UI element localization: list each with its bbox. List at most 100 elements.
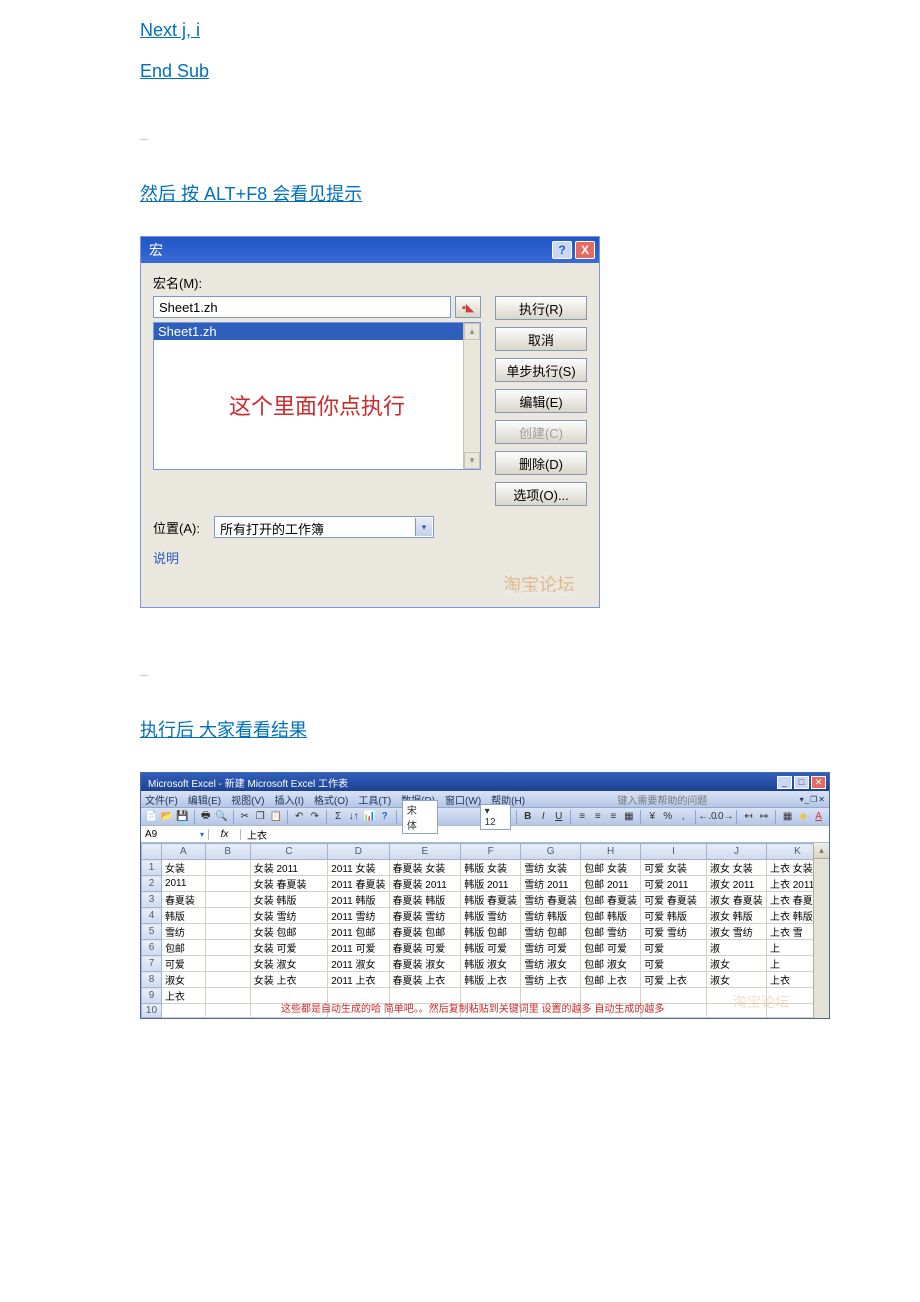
row-header[interactable]: 7 xyxy=(142,956,162,972)
cell[interactable]: 淑女 女装 xyxy=(706,860,766,876)
fill-color-icon[interactable]: ◆ xyxy=(797,810,810,824)
cell[interactable] xyxy=(161,1004,205,1018)
cell[interactable]: 可爱 雪纺 xyxy=(641,924,707,940)
fx-icon[interactable]: fx xyxy=(209,829,241,840)
inc-decimal-icon[interactable]: ←.0 xyxy=(700,810,714,824)
column-header[interactable]: E xyxy=(389,844,461,860)
save-icon[interactable]: 💾 xyxy=(176,810,189,824)
align-right-icon[interactable]: ≡ xyxy=(607,810,620,824)
undo-icon[interactable]: ↶ xyxy=(293,810,306,824)
cell[interactable]: 可爱 xyxy=(161,956,205,972)
cell[interactable]: 女装 韩版 xyxy=(250,892,328,908)
column-header[interactable]: J xyxy=(706,844,766,860)
column-header[interactable]: D xyxy=(328,844,389,860)
row-header[interactable]: 9 xyxy=(142,988,162,1004)
cell[interactable] xyxy=(205,860,250,876)
scroll-up-icon[interactable]: ▴ xyxy=(464,323,480,340)
collapse-dialog-icon[interactable]: ▪◣ xyxy=(455,296,481,318)
maximize-icon[interactable]: □ xyxy=(794,776,809,789)
cell[interactable] xyxy=(205,988,250,1004)
cell[interactable]: 女装 春夏装 xyxy=(250,876,328,892)
cell[interactable]: 春夏装 可爱 xyxy=(389,940,461,956)
cell[interactable]: 雪纺 淑女 xyxy=(521,956,581,972)
chevron-down-icon[interactable]: ▾ xyxy=(415,518,432,536)
column-header[interactable]: B xyxy=(205,844,250,860)
row-header[interactable]: 3 xyxy=(142,892,162,908)
cell[interactable]: 2011 可爱 xyxy=(328,940,389,956)
cell[interactable]: 春夏装 韩版 xyxy=(389,892,461,908)
column-header[interactable]: F xyxy=(461,844,521,860)
row-header[interactable]: 8 xyxy=(142,972,162,988)
cell[interactable]: 春夏装 淑女 xyxy=(389,956,461,972)
sum-icon[interactable]: Σ xyxy=(332,810,345,824)
cell[interactable]: 雪纺 2011 xyxy=(521,876,581,892)
cell[interactable]: 淑女 韩版 xyxy=(706,908,766,924)
cell[interactable]: 可爱 2011 xyxy=(641,876,707,892)
cell[interactable] xyxy=(205,972,250,988)
italic-icon[interactable]: I xyxy=(537,810,550,824)
merge-icon[interactable]: ▦ xyxy=(623,810,636,824)
cell[interactable]: 可爱 上衣 xyxy=(641,972,707,988)
cell[interactable]: 春夏装 2011 xyxy=(389,876,461,892)
close-icon[interactable]: X xyxy=(575,241,595,259)
cell[interactable]: 淑女 xyxy=(706,956,766,972)
cell[interactable]: 2011 韩版 xyxy=(328,892,389,908)
percent-icon[interactable]: % xyxy=(661,810,674,824)
cancel-button[interactable]: 取消 xyxy=(495,327,587,351)
column-header[interactable]: H xyxy=(581,844,641,860)
scroll-down-icon[interactable]: ▾ xyxy=(464,452,480,469)
vertical-scrollbar[interactable]: ▴ xyxy=(813,843,829,1018)
cell[interactable]: 淑女 xyxy=(706,972,766,988)
cell[interactable]: 春夏装 包邮 xyxy=(389,924,461,940)
menu-insert[interactable]: 插入(I) xyxy=(274,792,303,807)
cell[interactable]: 包邮 淑女 xyxy=(581,956,641,972)
cell[interactable]: 韩版 可爱 xyxy=(461,940,521,956)
open-icon[interactable]: 📂 xyxy=(161,810,174,824)
comma-icon[interactable]: , xyxy=(677,810,690,824)
font-color-icon[interactable]: A xyxy=(812,810,825,824)
doc-restore-icon[interactable]: _ xyxy=(805,795,809,804)
cell[interactable]: 2011 上衣 xyxy=(328,972,389,988)
cell[interactable]: 淑 xyxy=(706,940,766,956)
cell[interactable]: 包邮 女装 xyxy=(581,860,641,876)
edit-button[interactable]: 编辑(E) xyxy=(495,389,587,413)
cell[interactable]: 包邮 上衣 xyxy=(581,972,641,988)
cell[interactable]: 2011 淑女 xyxy=(328,956,389,972)
cut-icon[interactable]: ✂ xyxy=(238,810,251,824)
cell[interactable]: 上衣 xyxy=(161,988,205,1004)
cell[interactable] xyxy=(205,892,250,908)
cell[interactable]: 韩版 女装 xyxy=(461,860,521,876)
cell[interactable]: 包邮 雪纺 xyxy=(581,924,641,940)
cell[interactable] xyxy=(205,940,250,956)
cell[interactable]: 淑女 春夏装 xyxy=(706,892,766,908)
name-box[interactable]: A9 ▾ xyxy=(141,829,209,840)
doc-close-icon[interactable]: ✕ xyxy=(818,795,825,804)
menu-tools[interactable]: 工具(T) xyxy=(358,792,391,807)
cell[interactable]: 雪纺 可爱 xyxy=(521,940,581,956)
cell[interactable]: 2011 春夏装 xyxy=(328,876,389,892)
excel-grid[interactable]: ABCDEFGHIJK 1女装女装 20112011 女装春夏装 女装韩版 女装… xyxy=(141,843,829,1018)
doc-minimize-icon[interactable]: ▾ xyxy=(800,795,804,804)
formula-value[interactable]: 上衣 xyxy=(241,827,273,842)
cell[interactable]: 韩版 雪纺 xyxy=(461,908,521,924)
cell[interactable]: 春夏装 雪纺 xyxy=(389,908,461,924)
currency-icon[interactable]: ¥ xyxy=(646,810,659,824)
cell[interactable]: 韩版 包邮 xyxy=(461,924,521,940)
paste-icon[interactable]: 📋 xyxy=(270,810,283,824)
cell[interactable]: 可爱 韩版 xyxy=(641,908,707,924)
underline-icon[interactable]: U xyxy=(553,810,566,824)
cell[interactable]: 女装 淑女 xyxy=(250,956,328,972)
close-icon[interactable]: ✕ xyxy=(811,776,826,789)
print-icon[interactable]: 🖶 xyxy=(199,810,212,824)
row-header[interactable]: 5 xyxy=(142,924,162,940)
cell[interactable]: 包邮 2011 xyxy=(581,876,641,892)
cell[interactable]: 女装 雪纺 xyxy=(250,908,328,924)
scroll-up-icon[interactable]: ▴ xyxy=(814,843,829,859)
cell[interactable]: 女装 包邮 xyxy=(250,924,328,940)
column-header[interactable]: C xyxy=(250,844,328,860)
cell[interactable]: 韩版 春夏装 xyxy=(461,892,521,908)
delete-button[interactable]: 删除(D) xyxy=(495,451,587,475)
row-header[interactable]: 10 xyxy=(142,1004,162,1018)
cell[interactable]: 女装 上衣 xyxy=(250,972,328,988)
row-header[interactable]: 1 xyxy=(142,860,162,876)
